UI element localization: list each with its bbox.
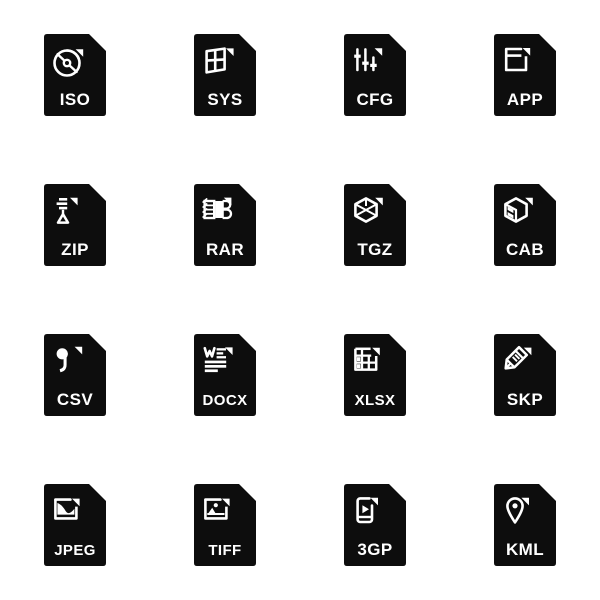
file-extension-label: APP (507, 90, 543, 109)
icon-cell-tgz: TGZ (300, 150, 450, 300)
file-extension-label: TGZ (357, 240, 392, 259)
icon-cell-tiff: TIFF (150, 450, 300, 600)
icon-cell-xlsx: XLSX (300, 300, 450, 450)
file-icon-app[interactable]: APP (494, 34, 556, 116)
icon-cell-rar: RAR (150, 150, 300, 300)
file-type-icon-grid: ISO SYS CFG APP ZIP RAR TGZ CAB CSV DOCX… (0, 0, 600, 600)
icon-cell-csv: CSV (0, 300, 150, 450)
file-icon-skp[interactable]: SKP (494, 334, 556, 416)
file-extension-label: RAR (206, 240, 244, 259)
file-icon-xlsx[interactable]: XLSX (344, 334, 406, 416)
file-icon-kml[interactable]: KML (494, 484, 556, 566)
file-extension-label: XLSX (355, 392, 396, 409)
file-extension-label: 3GP (357, 540, 392, 559)
file-icon-iso[interactable]: ISO (44, 34, 106, 116)
file-extension-label: CFG (356, 90, 393, 109)
icon-cell-skp: SKP (450, 300, 600, 450)
icon-cell-cab: CAB (450, 150, 600, 300)
file-icon-rar[interactable]: RAR (194, 184, 256, 266)
file-icon-docx[interactable]: DOCX (194, 334, 256, 416)
file-icon-cfg[interactable]: CFG (344, 34, 406, 116)
file-extension-label: ZIP (61, 240, 89, 259)
file-extension-label: CAB (506, 240, 544, 259)
file-extension-label: TIFF (208, 542, 241, 559)
file-icon-jpeg[interactable]: JPEG (44, 484, 106, 566)
file-extension-label: KML (506, 540, 544, 559)
icon-cell-sys: SYS (150, 0, 300, 150)
file-extension-label: ISO (60, 90, 91, 109)
file-icon-cab[interactable]: CAB (494, 184, 556, 266)
file-extension-label: JPEG (54, 542, 96, 559)
icon-cell-docx: DOCX (150, 300, 300, 450)
file-extension-label: SYS (207, 90, 242, 109)
file-extension-label: DOCX (203, 392, 248, 409)
file-extension-label: CSV (57, 390, 93, 409)
file-icon-tgz[interactable]: TGZ (344, 184, 406, 266)
icon-cell-app: APP (450, 0, 600, 150)
file-icon-sys[interactable]: SYS (194, 34, 256, 116)
icon-cell-jpeg: JPEG (0, 450, 150, 600)
file-icon-csv[interactable]: CSV (44, 334, 106, 416)
file-icon-tiff[interactable]: TIFF (194, 484, 256, 566)
file-extension-label: SKP (507, 390, 543, 409)
icon-cell-kml: KML (450, 450, 600, 600)
file-icon-zip[interactable]: ZIP (44, 184, 106, 266)
icon-cell-zip: ZIP (0, 150, 150, 300)
icon-cell-3gp: 3GP (300, 450, 450, 600)
icon-cell-iso: ISO (0, 0, 150, 150)
file-icon-3gp[interactable]: 3GP (344, 484, 406, 566)
icon-cell-cfg: CFG (300, 0, 450, 150)
